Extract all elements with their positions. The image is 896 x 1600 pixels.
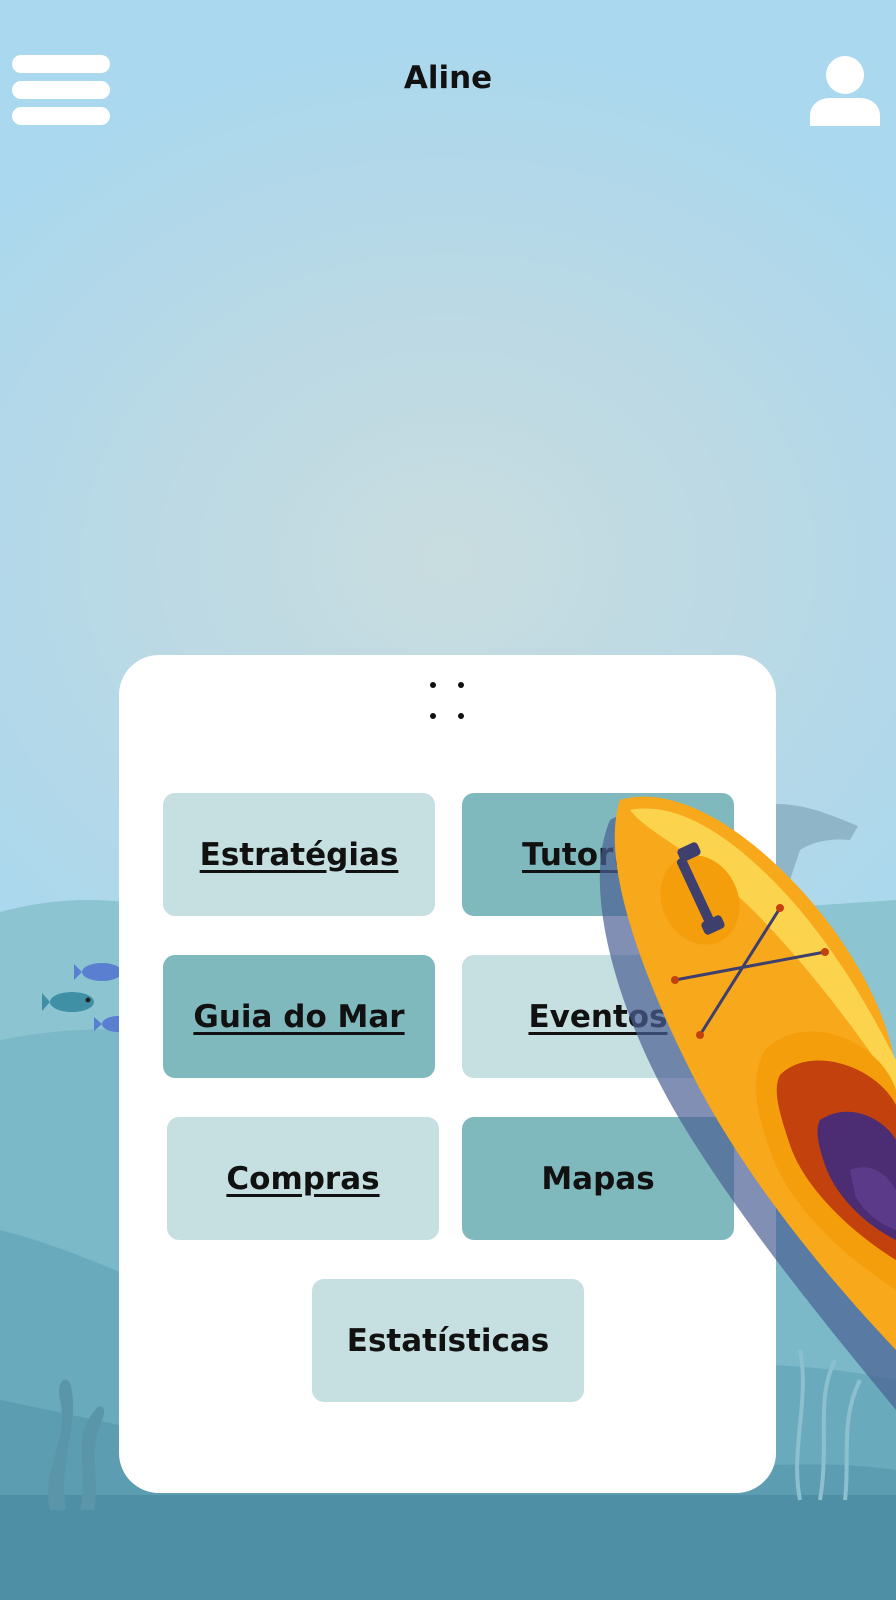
user-profile-icon[interactable] [808, 54, 882, 128]
menu-tile-guia-do-mar[interactable]: Guia do Mar [163, 955, 435, 1078]
menu-tile-label: Estratégias [199, 836, 399, 873]
drag-handle-icon[interactable] [426, 677, 470, 721]
kayak-illustration [599, 796, 896, 1410]
menu-tile-compras[interactable]: Compras [167, 1117, 439, 1240]
home-screen: Aline Estratégias Tutoriais Guia do Mar … [0, 0, 896, 1600]
menu-tile-estatisticas[interactable]: Estatísticas [312, 1279, 584, 1402]
menu-tile-label: Estatísticas [346, 1322, 550, 1359]
menu-tile-label: Guia do Mar [193, 998, 405, 1035]
menu-tile-estrategias[interactable]: Estratégias [163, 793, 435, 916]
page-title: Aline [403, 60, 493, 96]
menu-tile-label: Compras [226, 1160, 380, 1197]
hamburger-menu-icon[interactable] [12, 52, 110, 128]
